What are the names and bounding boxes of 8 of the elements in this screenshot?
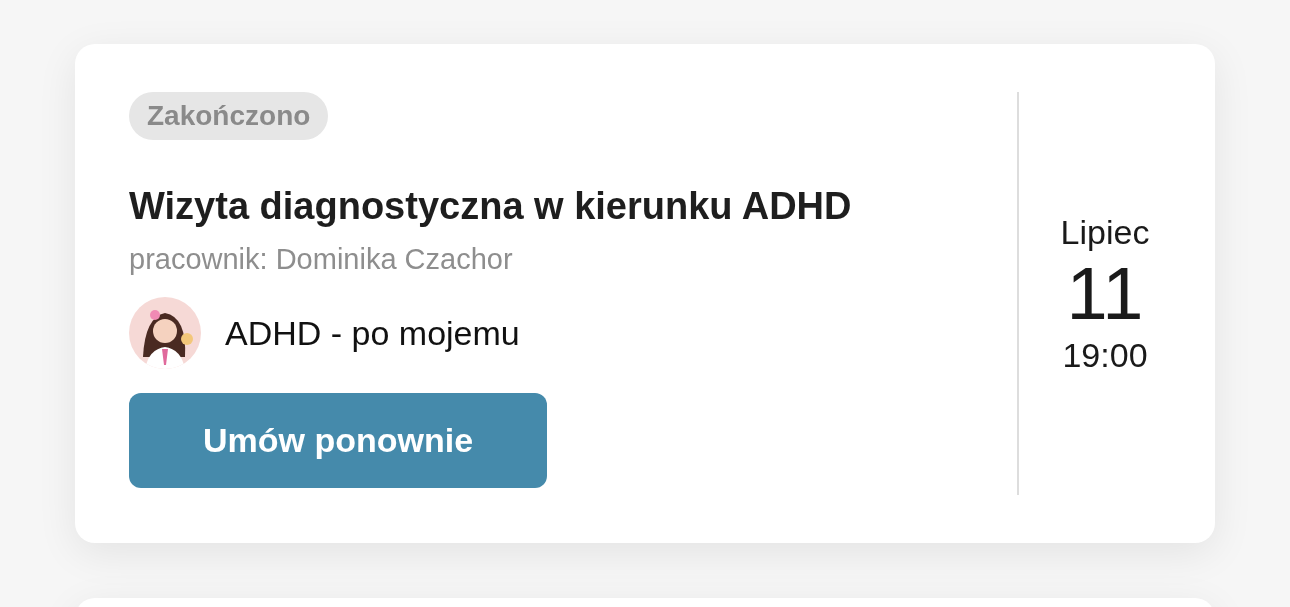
status-badge: Zakończono xyxy=(129,92,329,140)
rebook-button[interactable]: Umów ponownie xyxy=(129,393,547,489)
time-label: 19:00 xyxy=(1062,334,1148,376)
day-number: 11 xyxy=(1066,256,1144,331)
organization-name: ADHD - po mojemu xyxy=(225,312,520,354)
employee-label: pracownik: Dominika Czachor xyxy=(129,241,513,277)
month-label: Lipiec xyxy=(1060,211,1150,253)
appointment-title: Wizyta diagnostyczna w kierunku ADHD xyxy=(129,184,852,229)
